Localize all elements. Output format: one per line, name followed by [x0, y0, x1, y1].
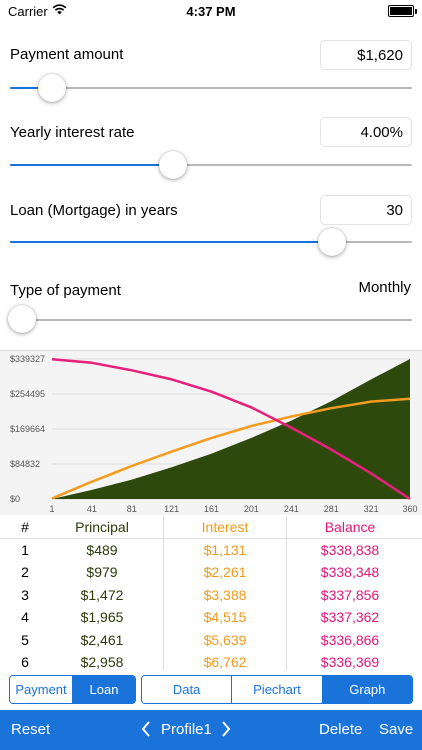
row-number: 3 — [21, 586, 29, 603]
payment-amount-field[interactable]: $1,620 — [320, 40, 412, 70]
table-row: 5 $2,461 $5,639 $336,866 — [0, 629, 422, 652]
x-tick-label: 41 — [87, 504, 97, 514]
y-tick-label: $254495 — [10, 389, 45, 399]
delete-button[interactable]: Delete — [319, 721, 362, 738]
x-tick-label: 281 — [324, 504, 339, 514]
x-tick-label: 201 — [244, 504, 259, 514]
table-row: 2 $979 $2,261 $338,348 — [0, 561, 422, 584]
header-principal: Principal — [75, 519, 129, 535]
payment-type-value: Monthly — [358, 279, 411, 296]
interest-cell: $5,639 — [203, 631, 247, 648]
principal-cell: $2,461 — [80, 631, 124, 648]
interest-cell: $2,261 — [203, 564, 247, 580]
loan-years-field[interactable]: 30 — [320, 195, 412, 225]
table-header: # Principal Interest Balance — [0, 516, 422, 539]
payment-amount-slider[interactable] — [10, 87, 412, 89]
interest-cell: $4,515 — [203, 609, 247, 625]
battery-icon — [388, 5, 417, 17]
payment-type-slider[interactable] — [10, 319, 412, 321]
bottom-toolbar: Reset Profile1 Delete Save — [0, 710, 422, 750]
row-number: 6 — [21, 654, 29, 670]
balance-cell: $337,362 — [320, 609, 380, 625]
x-tick-label: 161 — [204, 504, 219, 514]
principal-cell: $489 — [86, 541, 118, 558]
next-profile-icon[interactable] — [220, 719, 232, 743]
interest-cell: $1,131 — [203, 541, 247, 558]
header-number: # — [21, 519, 29, 535]
interest-rate-slider-thumb[interactable] — [158, 151, 187, 179]
segment-loan[interactable]: Loan — [72, 676, 135, 703]
x-tick-label: 1 — [49, 504, 54, 514]
principal-cell: $979 — [86, 564, 118, 580]
column-divider — [163, 516, 164, 670]
row-number: 2 — [21, 564, 29, 580]
chart-svg: $0 $84832 $169664 $254495 $339327 1 41 81 121 161… — [10, 354, 418, 514]
previous-profile-icon[interactable] — [140, 719, 152, 743]
interest-cell: $3,388 — [203, 586, 247, 603]
header-interest: Interest — [201, 519, 249, 535]
principal-cell: $2,958 — [80, 654, 124, 670]
balance-cell: $336,369 — [320, 654, 380, 670]
row-number: 5 — [21, 631, 29, 648]
interest-cell: $6,762 — [203, 654, 247, 670]
loan-years-slider[interactable] — [10, 241, 412, 243]
y-tick-label: $339327 — [10, 354, 45, 364]
balance-cell: $338,838 — [320, 541, 380, 558]
row-number: 1 — [21, 541, 29, 558]
mode-segmented-control: Payment Loan — [9, 675, 136, 704]
loan-years-slider-thumb[interactable] — [317, 228, 346, 256]
table-row: 6 $2,958 $6,762 $336,369 — [0, 651, 422, 674]
amortization-table: # Principal Interest Balance 1 $489 $1,131… — [0, 516, 422, 674]
payment-amount-label: Payment amount — [10, 46, 124, 63]
status-bar: Carrier 4:37 PM — [0, 0, 422, 22]
principal-cell: $1,472 — [80, 586, 124, 603]
segment-data[interactable]: Data — [142, 676, 232, 703]
balance-cell: $336,866 — [320, 631, 380, 648]
payment-type-slider-thumb[interactable] — [8, 305, 36, 333]
amortization-chart: $0 $84832 $169664 $254495 $339327 1 41 81 121 161… — [0, 350, 422, 515]
segment-payment[interactable]: Payment — [10, 676, 72, 703]
table-row: 1 $489 $1,131 $338,838 — [0, 539, 422, 562]
payment-amount-slider-thumb[interactable] — [38, 74, 67, 102]
y-tick-label: $0 — [10, 494, 20, 504]
interest-rate-field[interactable]: 4.00% — [320, 117, 412, 147]
x-tick-label: 321 — [364, 504, 379, 514]
balance-cell: $337,856 — [320, 586, 380, 603]
loan-years-label: Loan (Mortgage) in years — [10, 202, 178, 219]
interest-rate-label: Yearly interest rate — [10, 124, 135, 141]
balance-cell: $338,348 — [320, 564, 380, 580]
principal-cell: $1,965 — [80, 609, 124, 625]
view-segmented-control: Data Piechart Graph — [141, 675, 413, 704]
save-button[interactable]: Save — [379, 721, 413, 738]
interest-rate-slider[interactable] — [10, 164, 412, 166]
column-divider — [286, 516, 287, 670]
x-tick-label: 241 — [284, 504, 299, 514]
profile-name: Profile1 — [161, 721, 212, 738]
x-tick-label: 81 — [127, 504, 137, 514]
reset-button[interactable]: Reset — [11, 721, 50, 738]
x-tick-label: 360 — [402, 504, 417, 514]
clock: 4:37 PM — [186, 4, 236, 19]
segment-graph[interactable]: Graph — [321, 676, 412, 703]
header-balance: Balance — [324, 519, 376, 535]
payment-type-label: Type of payment — [10, 282, 121, 299]
y-tick-label: $169664 — [10, 424, 45, 434]
y-tick-label: $84832 — [10, 459, 40, 469]
x-tick-label: 121 — [164, 504, 179, 514]
segment-piechart[interactable]: Piechart — [231, 676, 322, 703]
table-row: 3 $1,472 $3,388 $337,856 — [0, 584, 422, 607]
table-row: 4 $1,965 $4,515 $337,362 — [0, 606, 422, 629]
row-number: 4 — [21, 609, 29, 625]
